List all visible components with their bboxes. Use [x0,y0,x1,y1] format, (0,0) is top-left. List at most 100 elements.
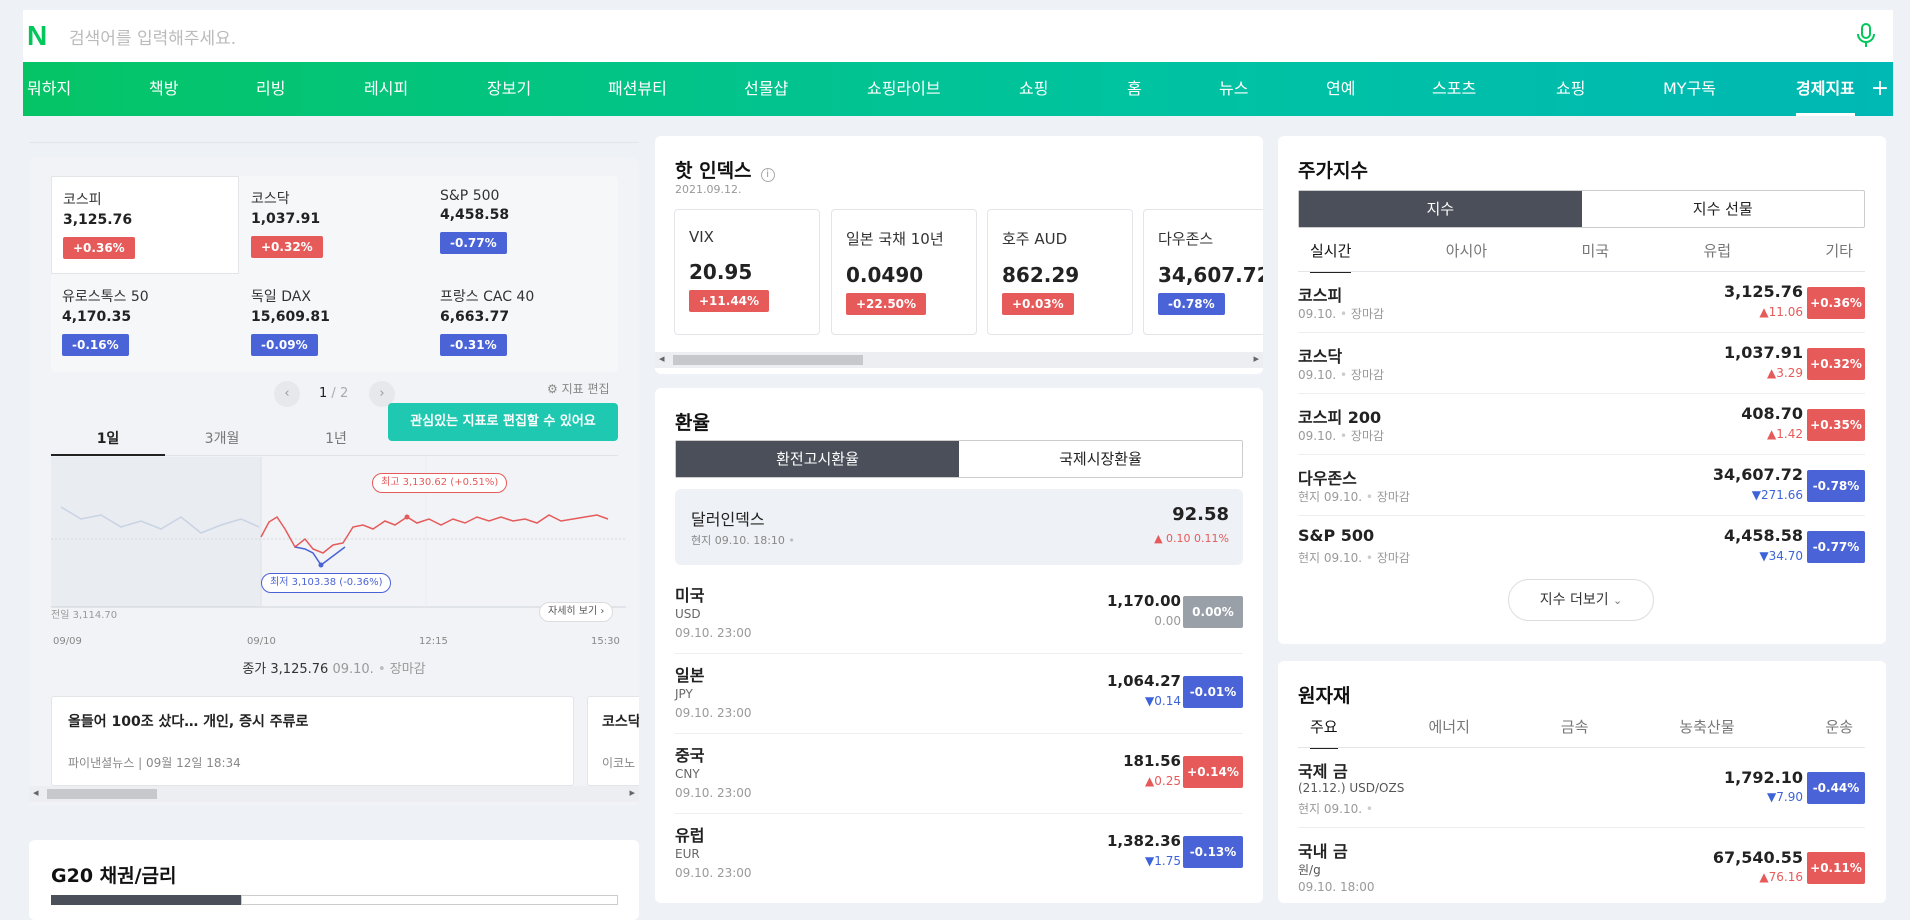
bond-tab-active[interactable] [51,895,241,905]
nav-add-button[interactable]: + [1867,62,1893,116]
info-icon[interactable]: i [760,168,775,182]
nav-item[interactable]: 쇼핑 [1019,62,1048,116]
stock-row[interactable]: 다우존스 현지 09.10. • 장마감 34,607.72 ▼271.66 -… [1298,455,1865,516]
fx-country: 일본 [675,666,705,685]
index-cell[interactable]: 코스닥 1,037.91 +0.32% [240,176,428,274]
fx-row[interactable]: 중국 CNY 09.10. 23:00 181.56 ▲0.25 +0.14% [675,734,1243,814]
commodity-time: 현지 09.10. [1298,802,1363,816]
search-input[interactable]: 검색어를 입력해주세요. [69,24,236,49]
scrollbar-thumb[interactable] [47,789,157,799]
hot-index-item[interactable]: 다우존스 34,607.72 -0.78% [1143,209,1263,335]
stock-row[interactable]: 코스피 09.10. • 장마감 3,125.76 ▲11.06 +0.36% [1298,272,1865,333]
period-tab[interactable]: 1년 [279,428,393,448]
nav-item[interactable]: 패션뷰티 [608,62,667,116]
fx-change: ▲0.25 [1145,774,1181,788]
edit-label: 지표 편집 [561,382,610,396]
stock-status: 장마감 [1376,551,1410,565]
status-dot: • [1365,490,1373,504]
stock-row[interactable]: 코스피 200 09.10. • 장마감 408.70 ▲1.42 +0.35% [1298,394,1865,455]
fx-row[interactable]: 미국 USD 09.10. 23:00 1,170.00 0.00 0.00% [675,574,1243,654]
hot-index-item[interactable]: VIX 20.95 +11.44% [674,209,820,335]
stock-row[interactable]: S&P 500 현지 09.10. • 장마감 4,458.58 ▼34.70 … [1298,516,1865,577]
commodity-row[interactable]: 국내 금 원/g 09.10. 18:00 67,540.55 ▲76.16 +… [1298,828,1865,903]
scroll-left-icon[interactable]: ◂ [659,352,665,365]
index-cell[interactable]: S&P 500 4,458.58 -0.77% [429,176,617,274]
hot-index-item[interactable]: 호주 AUD 862.29 +0.03% [987,209,1133,335]
nav-item[interactable]: 뉴스 [1219,62,1248,116]
naver-logo[interactable]: N [27,22,55,50]
nav-item[interactable]: 쇼핑 [1556,62,1585,116]
stock-subtab[interactable]: 아시아 [1446,240,1487,273]
scroll-right-icon[interactable]: ▸ [1253,352,1259,365]
stock-subtab[interactable]: 유럽 [1703,240,1731,273]
more-indices-label: 지수 더보기 [1539,592,1609,608]
more-indices-button[interactable]: 지수 더보기 ⌄ [1508,579,1654,621]
stock-value: 4,458.58 [1724,526,1803,545]
hot-index-value: 862.29 [1002,263,1080,287]
dollar-index-time-text: 현지 09.10. 18:10 [691,534,785,547]
hot-index-item[interactable]: 일본 국채 10년 0.0490 +22.50% [831,209,977,335]
commodity-subtab[interactable]: 에너지 [1429,716,1470,749]
nav-item[interactable]: MY구독 [1663,62,1716,116]
period-tab[interactable]: 3개월 [165,428,279,448]
nav-item[interactable]: 쇼핑라이브 [867,62,941,116]
hot-scrollbar[interactable]: ◂ ▸ [655,352,1263,368]
index-cell[interactable]: 유로스톡스 50 4,170.35 -0.16% [51,274,239,372]
commodity-row[interactable]: 국제 금 (21.12.) USD/OZS 현지 09.10. • 1,792.… [1298,748,1865,828]
nav-item[interactable]: 뭐하지 [27,62,71,116]
hot-date: 2021.09.12. [675,183,742,196]
stock-meta: 09.10. • 장마감 [1298,427,1384,444]
news-source: 이코노 [602,756,636,770]
prev-page-button[interactable]: ‹ [274,381,300,407]
chevron-right-icon: › [600,606,605,617]
nav-item[interactable]: 책방 [149,62,178,116]
news-card[interactable]: 올들어 100조 샀다… 개인, 증시 주류로 파이낸셜뉴스 | 09월 12일… [51,696,574,786]
nav-item[interactable]: 레시피 [364,62,408,116]
index-value: 1,037.91 [251,211,321,227]
index-name: 독일 DAX [251,289,311,305]
nav-item[interactable]: 홈 [1127,62,1142,116]
commodity-subtab-active[interactable]: 주요 [1310,716,1338,749]
fx-code: USD [675,607,701,621]
scroll-left-icon[interactable]: ◂ [33,786,39,799]
fx-row[interactable]: 유럽 EUR 09.10. 23:00 1,382.36 ▼1.75 -0.13… [675,814,1243,894]
commodity-meta: 현지 09.10. • [1298,800,1373,817]
stock-date: 09.10. [1298,368,1337,382]
nav-item-active[interactable]: 경제지표 [1796,62,1855,116]
commodity-subtab[interactable]: 농축산물 [1679,716,1734,749]
scroll-right-icon[interactable]: ▸ [629,786,635,799]
commodity-change: ▲76.16 [1759,870,1803,884]
stock-subtab[interactable]: 기타 [1825,240,1853,273]
edit-indices-button[interactable]: ⚙ 지표 편집 [547,380,610,397]
stock-tab-active[interactable]: 지수 [1299,191,1582,227]
commodity-subtab[interactable]: 운송 [1825,716,1853,749]
period-tab-active[interactable]: 1일 [51,428,165,456]
stock-row[interactable]: 코스닥 09.10. • 장마감 1,037.91 ▲3.29 +0.32% [1298,333,1865,394]
news-card[interactable]: 코스닥 이코노 [587,696,639,786]
news-scrollbar[interactable]: ◂ ▸ [29,786,639,802]
close-label: 종가 3,125.76 [242,662,329,677]
index-cell[interactable]: 독일 DAX 15,609.81 -0.09% [240,274,428,372]
nav-item[interactable]: 연예 [1326,62,1355,116]
nav-item[interactable]: 리빙 [256,62,285,116]
index-cell[interactable]: 코스피 3,125.76 +0.36% [51,176,239,274]
fx-row[interactable]: 일본 JPY 09.10. 23:00 1,064.27 ▼0.14 -0.01… [675,654,1243,734]
stock-subtab-active[interactable]: 실시간 [1310,240,1352,273]
fx-tab-active[interactable]: 환전고시환율 [676,441,959,477]
stock-tab[interactable]: 지수 선물 [1582,191,1865,227]
fx-tab[interactable]: 국제시장환율 [959,441,1242,477]
stock-subtab[interactable]: 미국 [1581,240,1609,273]
dollar-index-box[interactable]: 달러인덱스 현지 09.10. 18:10 • 92.58 ▲ 0.10 0.1… [675,489,1243,565]
index-cell[interactable]: 프랑스 CAC 40 6,663.77 -0.31% [429,274,617,372]
commodity-unit: (21.12.) USD/OZS [1298,781,1405,795]
nav-item[interactable]: 선물샵 [744,62,788,116]
fx-change-value: 0.14 [1154,694,1181,708]
commodity-subtab[interactable]: 금속 [1561,716,1589,749]
chart-detail-button[interactable]: 자세히 보기 › [539,602,614,622]
nav-item[interactable]: 스포츠 [1432,62,1476,116]
nav-item[interactable]: 장보기 [487,62,531,116]
scrollbar-thumb[interactable] [673,355,863,365]
bond-tab[interactable] [241,895,618,905]
fx-tabs: 환전고시환율 국제시장환율 [675,440,1243,478]
microphone-icon[interactable] [1855,22,1877,50]
